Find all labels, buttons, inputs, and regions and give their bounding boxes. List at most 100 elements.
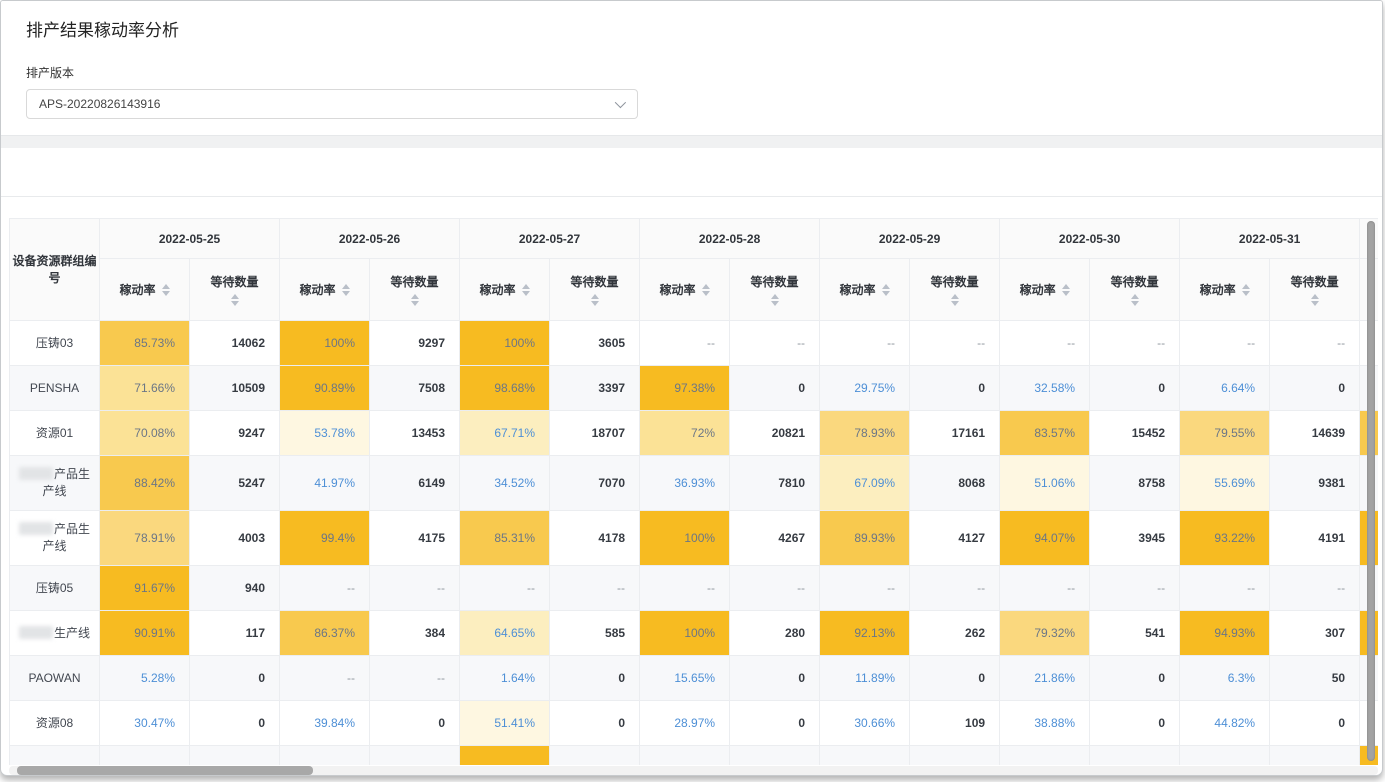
utilization-cell: 53.78% xyxy=(280,411,370,456)
date-header-2022-05-26: 2022-05-26 xyxy=(280,219,460,259)
utilization-cell: 6.64% xyxy=(1180,366,1270,411)
sort-icon[interactable] xyxy=(1242,284,1250,296)
date-header-2022-05-28: 2022-05-28 xyxy=(640,219,820,259)
waiting-column-header[interactable]: 等待数量 xyxy=(370,259,460,321)
utilization-column-header[interactable]: 稼动率 xyxy=(100,259,190,321)
sort-icon[interactable] xyxy=(162,284,170,296)
utilization-cell: 44.82% xyxy=(1180,701,1270,746)
utilization-cell: 86.37% xyxy=(280,611,370,656)
waiting-cell xyxy=(550,746,640,766)
utilization-cell: 79.55% xyxy=(1180,411,1270,456)
utilization-cell: -- xyxy=(1000,566,1090,611)
sort-icon[interactable] xyxy=(342,284,350,296)
waiting-column-header[interactable]: 等待数量 xyxy=(1270,259,1360,321)
waiting-cell xyxy=(730,746,820,766)
waiting-column-header[interactable]: 等待数量 xyxy=(550,259,640,321)
sort-icon[interactable] xyxy=(522,284,530,296)
utilization-column-header[interactable]: 稼动率 xyxy=(460,259,550,321)
waiting-cell: 384 xyxy=(370,611,460,656)
utilization-cell: 38.88% xyxy=(1000,701,1090,746)
waiting-cell: -- xyxy=(1270,321,1360,366)
waiting-cell: -- xyxy=(1090,321,1180,366)
page-title: 排产结果稼动率分析 xyxy=(1,1,1382,41)
version-select[interactable]: APS-20220826143916 xyxy=(26,89,638,119)
utilization-cell: 64.65% xyxy=(460,611,550,656)
sort-icon[interactable] xyxy=(1062,284,1070,296)
table-row: 生产线90.91%11786.37%38464.65%585100%28092.… xyxy=(10,611,1379,656)
waiting-cell: 0 xyxy=(370,701,460,746)
sort-icon[interactable] xyxy=(951,294,959,306)
waiting-column-header[interactable]: 等待数量 xyxy=(910,259,1000,321)
waiting-cell: 14062 xyxy=(190,321,280,366)
waiting-cell: 10509 xyxy=(190,366,280,411)
vertical-scrollbar-thumb[interactable] xyxy=(1367,221,1375,761)
waiting-cell: 0 xyxy=(1090,701,1180,746)
utilization-cell: 100% xyxy=(640,611,730,656)
sort-icon[interactable] xyxy=(1311,294,1319,306)
date-header-2022-05-31: 2022-05-31 xyxy=(1180,219,1360,259)
waiting-cell xyxy=(1270,746,1360,766)
horizontal-scrollbar-thumb[interactable] xyxy=(17,766,313,775)
waiting-cell: 8758 xyxy=(1090,456,1180,511)
utilization-cell: -- xyxy=(460,566,550,611)
redacted-text xyxy=(19,522,53,535)
waiting-cell: -- xyxy=(730,321,820,366)
utilization-cell: 78.91% xyxy=(100,511,190,566)
waiting-cell: 4003 xyxy=(190,511,280,566)
waiting-cell: 0 xyxy=(730,701,820,746)
utilization-cell xyxy=(280,746,370,766)
row-label: 产品生产线 xyxy=(10,456,100,511)
waiting-cell: -- xyxy=(910,566,1000,611)
waiting-column-header[interactable]: 等待数量 xyxy=(190,259,280,321)
utilization-cell xyxy=(640,746,730,766)
redacted-text xyxy=(19,467,53,480)
table-row: 资源0830.47%039.84%051.41%028.97%030.66%10… xyxy=(10,701,1379,746)
waiting-cell: 0 xyxy=(1090,366,1180,411)
utilization-cell: 72% xyxy=(640,411,730,456)
waiting-cell: -- xyxy=(550,566,640,611)
waiting-cell: -- xyxy=(370,566,460,611)
utilization-cell: 41.97% xyxy=(280,456,370,511)
row-label xyxy=(10,746,100,766)
utilization-cell xyxy=(100,746,190,766)
utilization-cell: 67.71% xyxy=(460,411,550,456)
utilization-column-header[interactable]: 稼动率 xyxy=(1000,259,1090,321)
utilization-column-header[interactable]: 稼动率 xyxy=(820,259,910,321)
waiting-column-header[interactable]: 等待数量 xyxy=(1090,259,1180,321)
waiting-cell: 585 xyxy=(550,611,640,656)
waiting-cell: 0 xyxy=(550,701,640,746)
sort-icon[interactable] xyxy=(1131,294,1139,306)
date-header-2022-05-25: 2022-05-25 xyxy=(100,219,280,259)
utilization-column-header[interactable]: 稼动率 xyxy=(640,259,730,321)
sort-icon[interactable] xyxy=(702,284,710,296)
horizontal-scrollbar-track[interactable] xyxy=(9,766,1378,775)
row-header: 设备资源群组编号 xyxy=(10,219,100,321)
waiting-cell: 8068 xyxy=(910,456,1000,511)
utilization-cell: -- xyxy=(820,566,910,611)
waiting-cell: 0 xyxy=(1270,366,1360,411)
utilization-cell: 34.52% xyxy=(460,456,550,511)
utilization-cell: 6.3% xyxy=(1180,656,1270,701)
utilization-cell: 71.66% xyxy=(100,366,190,411)
waiting-cell: -- xyxy=(730,566,820,611)
sort-icon[interactable] xyxy=(231,294,239,306)
sort-icon[interactable] xyxy=(411,294,419,306)
utilization-cell: 30.66% xyxy=(820,701,910,746)
sort-icon[interactable] xyxy=(591,294,599,306)
table-row: 资源0170.08%924753.78%1345367.71%1870772%2… xyxy=(10,411,1379,456)
waiting-cell: 9247 xyxy=(190,411,280,456)
utilization-cell: 21.86% xyxy=(1000,656,1090,701)
utilization-column-header[interactable]: 稼动率 xyxy=(280,259,370,321)
waiting-cell: 307 xyxy=(1270,611,1360,656)
filter-section: 排产结果稼动率分析 排产版本 APS-20220826143916 xyxy=(1,1,1382,135)
utilization-table: 设备资源群组编号2022-05-252022-05-262022-05-2720… xyxy=(9,218,1378,765)
sort-icon[interactable] xyxy=(882,284,890,296)
utilization-cell: 28.97% xyxy=(640,701,730,746)
row-label: 生产线 xyxy=(10,611,100,656)
sort-icon[interactable] xyxy=(771,294,779,306)
row-label: 压铸03 xyxy=(10,321,100,366)
utilization-column-header[interactable]: 稼动率 xyxy=(1180,259,1270,321)
utilization-cell: -- xyxy=(1180,321,1270,366)
waiting-cell: 109 xyxy=(910,701,1000,746)
waiting-column-header[interactable]: 等待数量 xyxy=(730,259,820,321)
